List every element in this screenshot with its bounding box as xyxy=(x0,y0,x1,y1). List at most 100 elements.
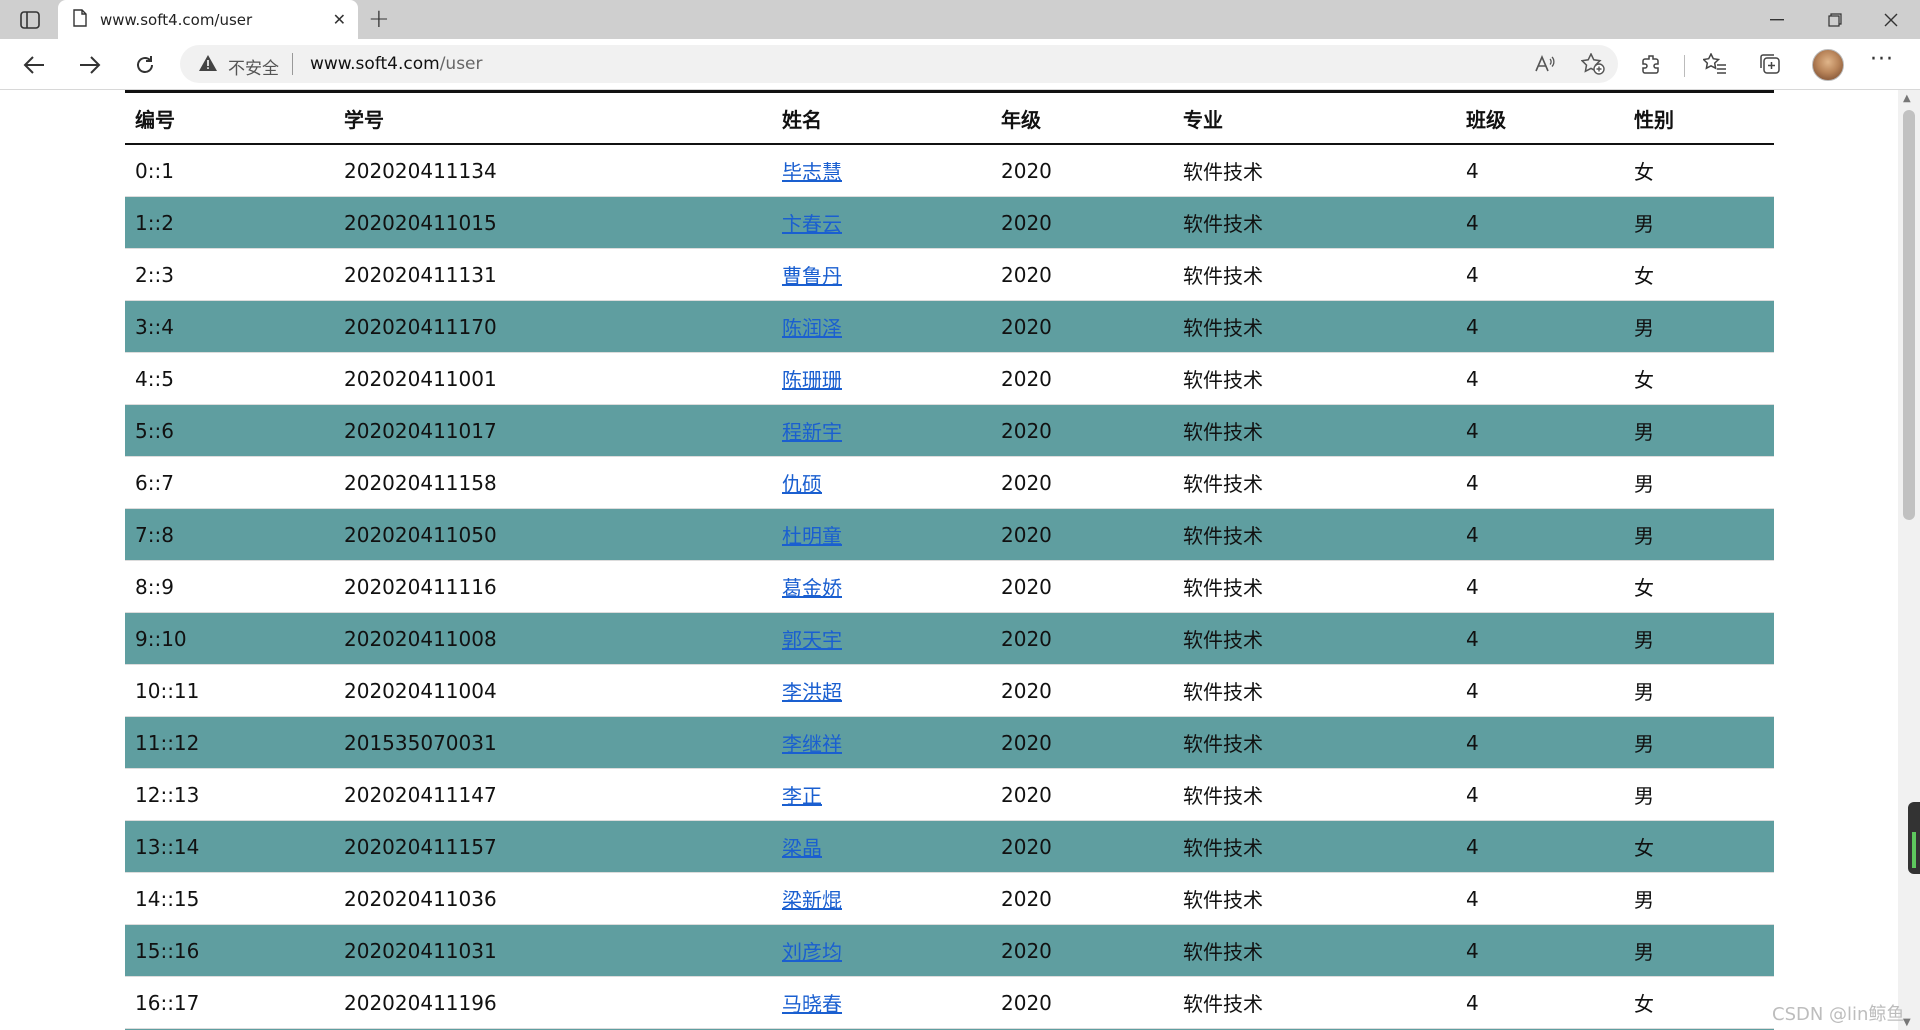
cell-class: 4 xyxy=(1456,924,1624,977)
cell-gender: 男 xyxy=(1624,716,1774,769)
student-name-link[interactable]: 郭天宇 xyxy=(782,628,842,652)
cell-gender: 女 xyxy=(1624,560,1774,613)
extensions-icon[interactable] xyxy=(1637,49,1667,79)
table-row: 16::17 202020411196 马晓春 2020 软件技术 4 女 xyxy=(125,976,1774,1029)
table-row: 4::5 202020411001 陈珊珊 2020 软件技术 4 女 xyxy=(125,352,1774,405)
page-viewport: 编号 学号 姓名 年级 专业 班级 性别 0::1 202020411134 毕志慧… xyxy=(0,90,1898,1030)
student-name-link[interactable]: 刘彦均 xyxy=(782,940,842,964)
url-field[interactable]: 不安全 www.soft4.com/user xyxy=(180,45,1618,83)
cell-no: 11::12 xyxy=(125,716,334,769)
browser-tab[interactable]: www.soft4.com/user ✕ xyxy=(58,0,358,39)
cell-major: 软件技术 xyxy=(1173,560,1456,613)
watermark: CSDN @lin鲸鱼 xyxy=(1772,1004,1905,1025)
cell-gender: 男 xyxy=(1624,872,1774,925)
cell-gender: 男 xyxy=(1624,456,1774,509)
forward-icon[interactable] xyxy=(76,51,104,79)
restore-icon[interactable] xyxy=(1806,0,1864,39)
student-name-link[interactable]: 梁晶 xyxy=(782,836,822,860)
cell-no: 13::14 xyxy=(125,820,334,873)
cell-class: 4 xyxy=(1456,976,1624,1029)
cell-grade: 2020 xyxy=(991,768,1173,821)
table-row: 10::11 202020411004 李洪超 2020 软件技术 4 男 xyxy=(125,664,1774,717)
cell-grade: 2020 xyxy=(991,560,1173,613)
scroll-up-icon[interactable]: ▲ xyxy=(1903,93,1911,104)
table-row: 13::14 202020411157 梁晶 2020 软件技术 4 女 xyxy=(125,820,1774,873)
student-name-link[interactable]: 杜明童 xyxy=(782,524,842,548)
column-header: 专业 xyxy=(1173,91,1456,145)
scrollbar-thumb[interactable] xyxy=(1903,110,1915,520)
cell-sid: 202020411001 xyxy=(334,352,772,405)
cell-gender: 女 xyxy=(1624,976,1774,1029)
cell-class: 4 xyxy=(1456,248,1624,301)
cell-grade: 2020 xyxy=(991,248,1173,301)
table-row: 0::1 202020411134 毕志慧 2020 软件技术 4 女 xyxy=(125,144,1774,197)
not-secure-label[interactable]: 不安全 xyxy=(228,54,279,79)
cell-name: 李洪超 xyxy=(772,664,991,717)
profile-avatar[interactable] xyxy=(1812,49,1844,81)
student-name-link[interactable]: 仇硕 xyxy=(782,472,822,496)
cell-gender: 男 xyxy=(1624,404,1774,457)
cell-major: 软件技术 xyxy=(1173,352,1456,405)
student-name-link[interactable]: 卞春云 xyxy=(782,212,842,236)
student-name-link[interactable]: 李正 xyxy=(782,784,822,808)
student-name-link[interactable]: 葛金娇 xyxy=(782,576,842,600)
refresh-icon[interactable] xyxy=(131,51,159,79)
cell-sid: 202020411158 xyxy=(334,456,772,509)
student-name-link[interactable]: 梁新焜 xyxy=(782,888,842,912)
cell-grade: 2020 xyxy=(991,196,1173,249)
cell-name: 梁晶 xyxy=(772,820,991,873)
cell-no: 6::7 xyxy=(125,456,334,509)
more-options-icon[interactable]: ··· xyxy=(1870,47,1894,72)
minimize-icon[interactable] xyxy=(1748,0,1806,39)
cell-no: 3::4 xyxy=(125,300,334,353)
cell-sid: 202020411050 xyxy=(334,508,772,561)
student-name-link[interactable]: 陈珊珊 xyxy=(782,368,842,392)
cell-class: 4 xyxy=(1456,456,1624,509)
cell-sid: 202020411116 xyxy=(334,560,772,613)
cell-gender: 男 xyxy=(1624,664,1774,717)
new-tab-icon[interactable]: + xyxy=(368,4,390,34)
vertical-scrollbar[interactable]: ▲ ▼ xyxy=(1898,90,1920,1030)
read-aloud-icon[interactable] xyxy=(1530,49,1560,79)
student-name-link[interactable]: 陈润泽 xyxy=(782,316,842,340)
cell-no: 2::3 xyxy=(125,248,334,301)
cell-class: 4 xyxy=(1456,196,1624,249)
add-favorite-icon[interactable] xyxy=(1578,49,1608,79)
tab-actions-icon[interactable] xyxy=(12,6,48,34)
student-name-link[interactable]: 毕志慧 xyxy=(782,160,842,184)
student-name-link[interactable]: 曹鲁丹 xyxy=(782,264,842,288)
student-name-link[interactable]: 李继祥 xyxy=(782,732,842,756)
back-icon[interactable] xyxy=(20,51,48,79)
table-row: 9::10 202020411008 郭天宇 2020 软件技术 4 男 xyxy=(125,612,1774,665)
cell-major: 软件技术 xyxy=(1173,508,1456,561)
cell-name: 李继祥 xyxy=(772,716,991,769)
cell-no: 8::9 xyxy=(125,560,334,613)
student-name-link[interactable]: 程新宇 xyxy=(782,420,842,444)
cell-sid: 202020411147 xyxy=(334,768,772,821)
cell-major: 软件技术 xyxy=(1173,976,1456,1029)
student-name-link[interactable]: 李洪超 xyxy=(782,680,842,704)
url-text[interactable]: www.soft4.com/user xyxy=(310,54,483,74)
student-name-link[interactable]: 马晓春 xyxy=(782,992,842,1016)
close-window-icon[interactable] xyxy=(1862,0,1920,39)
cell-class: 4 xyxy=(1456,404,1624,457)
table-row: 8::9 202020411116 葛金娇 2020 软件技术 4 女 xyxy=(125,560,1774,613)
cell-no: 16::17 xyxy=(125,976,334,1029)
cell-gender: 男 xyxy=(1624,768,1774,821)
cell-grade: 2020 xyxy=(991,612,1173,665)
collections-icon[interactable] xyxy=(1755,49,1785,79)
tab-title: www.soft4.com/user xyxy=(100,10,253,29)
table-row: 14::15 202020411036 梁新焜 2020 软件技术 4 男 xyxy=(125,872,1774,925)
cell-name: 杜明童 xyxy=(772,508,991,561)
cell-major: 软件技术 xyxy=(1173,924,1456,977)
cell-major: 软件技术 xyxy=(1173,404,1456,457)
warning-icon[interactable] xyxy=(198,54,218,76)
cell-class: 4 xyxy=(1456,820,1624,873)
cell-class: 4 xyxy=(1456,352,1624,405)
cell-name: 李正 xyxy=(772,768,991,821)
tab-close-icon[interactable]: ✕ xyxy=(333,10,346,29)
cell-name: 陈润泽 xyxy=(772,300,991,353)
cell-sid: 202020411131 xyxy=(334,248,772,301)
favorites-icon[interactable] xyxy=(1700,49,1730,79)
table-row: 11::12 201535070031 李继祥 2020 软件技术 4 男 xyxy=(125,716,1774,769)
